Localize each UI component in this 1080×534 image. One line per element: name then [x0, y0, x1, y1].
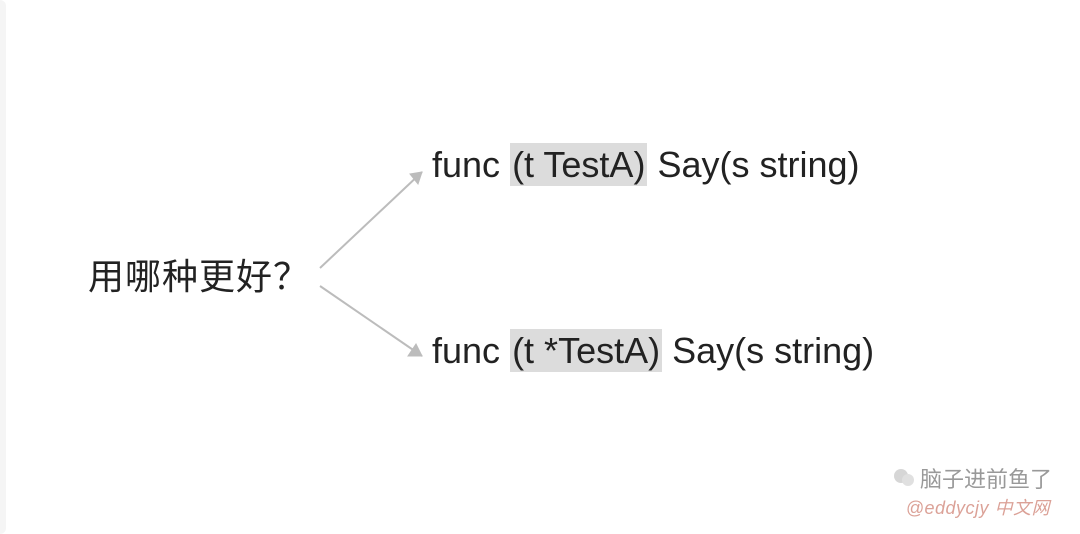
watermark-sub: @eddycjy 中文网	[906, 494, 1050, 520]
receiver-highlight: (t *TestA)	[510, 329, 662, 372]
wechat-icon	[892, 466, 916, 490]
option-pointer-receiver: func (t *TestA) Say(s string)	[432, 330, 874, 372]
watermark-main-text: 脑子进前鱼了	[920, 462, 1052, 494]
arrow-down	[310, 278, 440, 378]
arrow-up	[310, 160, 440, 280]
watermark-main: 脑子进前鱼了	[892, 462, 1052, 494]
method-suffix: Say(s string)	[657, 144, 859, 185]
option-value-receiver: func (t TestA) Say(s string)	[432, 144, 860, 186]
question-text: 用哪种更好？	[88, 248, 310, 300]
keyword: func	[432, 144, 500, 185]
receiver-highlight: (t TestA)	[510, 143, 647, 186]
method-suffix: Say(s string)	[672, 330, 874, 371]
keyword: func	[432, 330, 500, 371]
left-edge	[0, 0, 6, 534]
